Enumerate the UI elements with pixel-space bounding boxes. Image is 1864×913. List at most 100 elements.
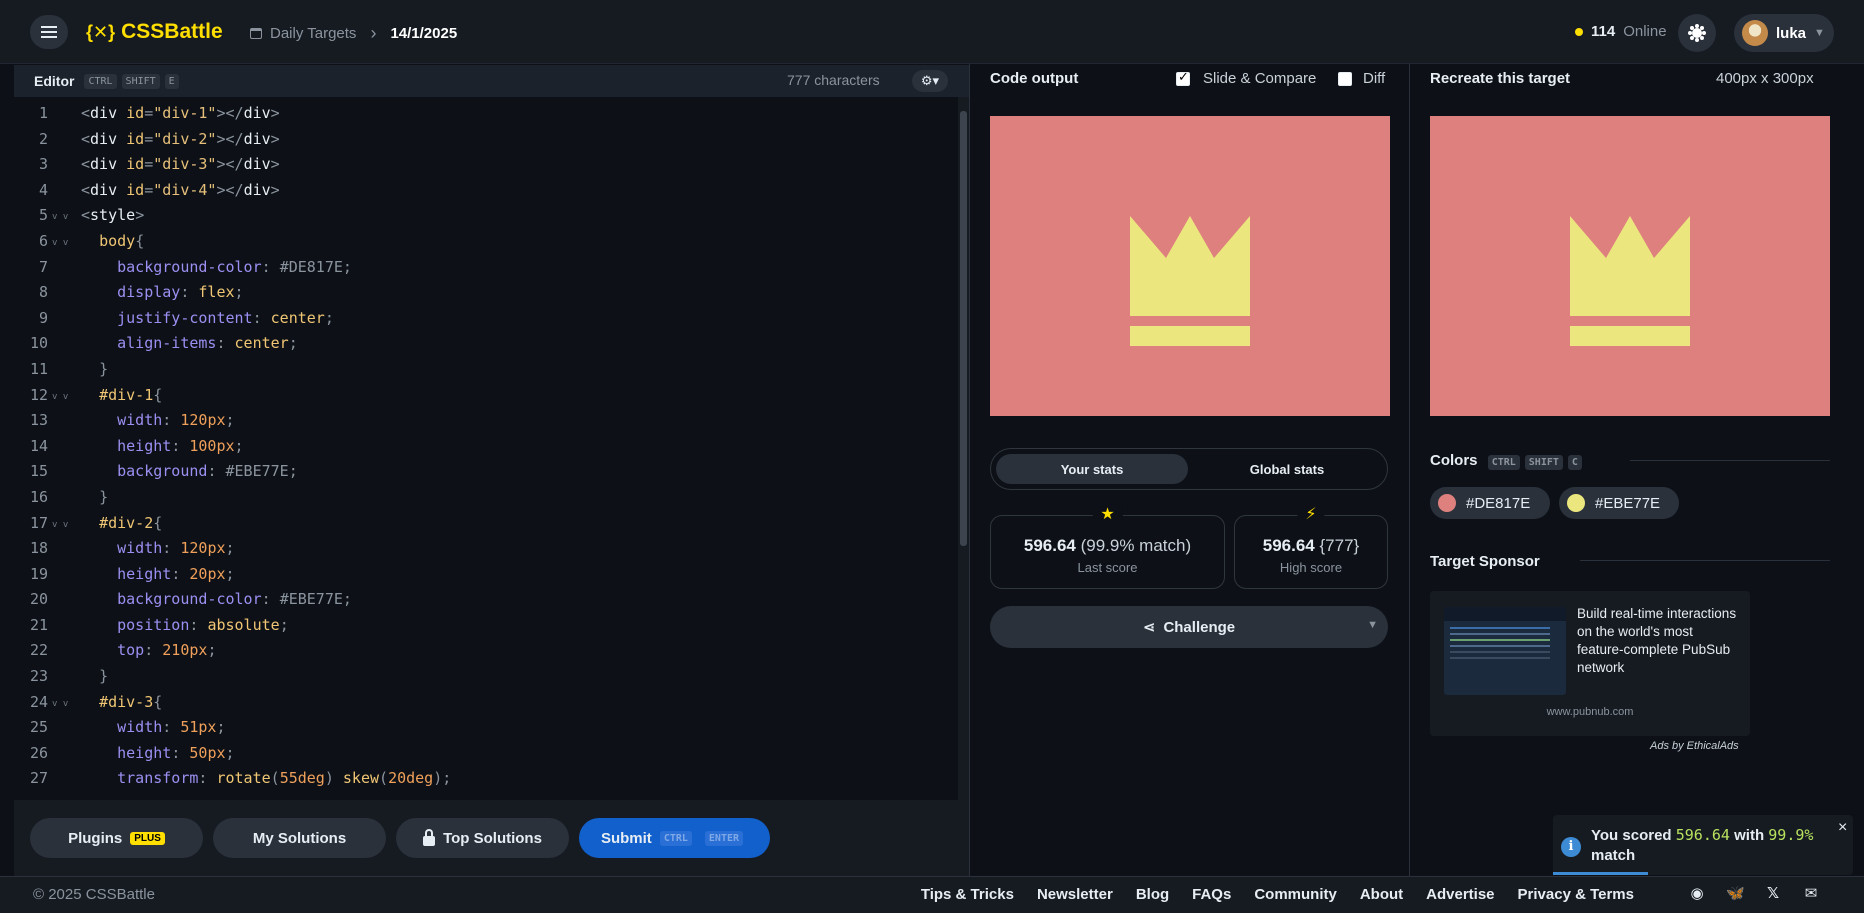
code-line[interactable]: 11 } [14,357,969,383]
tab-global-stats[interactable]: Global stats [1191,454,1383,484]
line-number: 6 [38,231,48,250]
breadcrumb-root[interactable]: Daily Targets [270,25,356,42]
code-line[interactable]: 18 width: 120px; [14,536,969,562]
high-score: 596.64 [1262,536,1315,555]
color-dot [1438,494,1456,512]
code-line[interactable]: 20 background-color: #EBE77E; [14,587,969,613]
code-line[interactable]: 24 v v #div-3{ [14,690,969,716]
diff-checkbox[interactable] [1338,72,1352,86]
code-line[interactable]: 8 display: flex; [14,280,969,306]
discord-icon[interactable]: ◉ [1688,886,1706,902]
logo[interactable]: {✕} CSSBattle [86,20,223,44]
line-number: 4 [38,180,48,199]
footer-link[interactable]: Newsletter [1037,886,1113,903]
breadcrumb-current: 14/1/2025 [390,25,458,42]
line-number: 8 [38,283,48,302]
code-line[interactable]: 6v v body{ [14,229,969,255]
footer-link[interactable]: About [1360,886,1403,903]
fold-chevron-icon[interactable]: v v [52,692,68,718]
email-icon[interactable]: ✉ [1802,886,1820,902]
code-line[interactable]: 12 v v #div-1{ [14,383,969,409]
color-swatch[interactable]: #EBE77E [1559,487,1679,519]
x-icon[interactable]: 𝕏 [1764,886,1782,902]
challenge-button[interactable]: ⋖ Challenge ▼ [990,606,1388,648]
slide-compare-label[interactable]: Slide & Compare [1203,70,1316,87]
code-line[interactable]: 10 align-items: center; [14,331,969,357]
footer-link[interactable]: Tips & Tricks [921,886,1014,903]
sponsor-image [1444,607,1566,695]
line-number: 27 [29,769,48,788]
code-line[interactable]: 16 } [14,485,969,511]
plugins-button[interactable]: Plugins PLUS [30,818,203,858]
code-line[interactable]: 3 <div id="div-3"></div> [14,152,969,178]
menu-button[interactable] [30,15,68,49]
sponsor-text[interactable]: Build real-time interactions on the worl… [1577,605,1742,677]
code-line[interactable]: 1 <div id="div-1"></div> [14,101,969,127]
lightning-icon: ⚡ [1297,504,1325,524]
code-text: #div-2{ [99,513,163,532]
code-line[interactable]: 2 <div id="div-2"></div> [14,127,969,153]
code-line[interactable]: 14 height: 100px; [14,434,969,460]
submit-button[interactable]: Submit CTRL ENTER [579,818,770,858]
code-line[interactable]: 19 height: 20px; [14,562,969,588]
my-solutions-label: My Solutions [252,829,347,847]
footer-link[interactable]: Community [1254,886,1337,903]
fold-chevron-icon[interactable]: v v [52,231,68,257]
code-text: <style> [81,206,145,225]
code-line[interactable]: 26 height: 50px; [14,741,969,767]
sponsor-url[interactable]: www.pubnub.com [1430,706,1750,718]
bluesky-icon[interactable]: 🦋 [1726,886,1745,902]
section-divider [1630,460,1830,461]
code-line[interactable]: 9 justify-content: center; [14,306,969,332]
fold-chevron-icon[interactable]: v v [52,385,68,411]
last-score-card: ★ 596.64 (99.9% match) Last score [990,504,1225,589]
character-count: 777 characters [787,72,880,88]
gear-icon: ⚙▾ [920,73,940,88]
footer-link[interactable]: Blog [1136,886,1169,903]
tab-your-stats[interactable]: Your stats [996,454,1188,484]
chevron-down-icon[interactable]: ▼ [1367,619,1378,631]
line-number: 5 [38,206,48,225]
editor-settings-button[interactable]: ⚙▾ [912,70,948,92]
footer-links: Tips & Tricks Newsletter Blog FAQs Commu… [921,886,1634,903]
user-menu-button[interactable]: luka ▼ [1734,14,1834,52]
code-line[interactable]: 17 v v #div-2{ [14,511,969,537]
code-line[interactable]: 13 width: 120px; [14,408,969,434]
diff-label[interactable]: Diff [1363,70,1385,87]
toast-suffix: match [1591,847,1636,864]
my-solutions-button[interactable]: My Solutions [213,818,386,858]
fold-chevron-icon[interactable]: v v [52,205,68,231]
code-text: transform: rotate(55deg) skew(20deg); [117,769,452,788]
fold-chevron-icon[interactable]: v v [52,513,68,539]
code-line[interactable]: 15 background: #EBE77E; [14,459,969,485]
code-line[interactable]: 23 } [14,664,969,690]
sponsor-ad[interactable]: Build real-time interactions on the worl… [1430,591,1750,736]
theme-toggle-button[interactable] [1678,14,1716,52]
code-line[interactable]: 21 position: absolute; [14,613,969,639]
username: luka [1776,24,1807,42]
editor-scrollbar[interactable] [958,97,969,800]
color-dot [1567,494,1585,512]
shortcut-key: E [164,73,179,89]
code-line[interactable]: 22 top: 210px; [14,638,969,664]
ads-by-label[interactable]: Ads by EthicalAds [1650,740,1739,752]
footer-link[interactable]: FAQs [1192,886,1231,903]
top-solutions-button[interactable]: Top Solutions [396,818,569,858]
lock-icon [423,828,436,846]
code-line[interactable]: 7 background-color: #DE817E; [14,255,969,281]
code-text: background-color: #EBE77E; [117,590,352,609]
color-swatch[interactable]: #DE817E [1430,487,1550,519]
code-line[interactable]: 4 <div id="div-4"></div> [14,178,969,204]
code-line[interactable]: 25 width: 51px; [14,715,969,741]
scrollbar-thumb[interactable] [960,111,967,546]
footer-link[interactable]: Privacy & Terms [1518,886,1634,903]
code-editor[interactable]: 1 <div id="div-1"></div> 2 <div id="div-2">… [14,97,969,800]
footer-link[interactable]: Advertise [1426,886,1494,903]
code-line[interactable]: 27 transform: rotate(55deg) skew(20deg); [14,766,969,792]
code-text: } [99,359,109,378]
sun-icon [1692,28,1702,38]
code-line[interactable]: 5v v <style> [14,203,969,229]
slide-compare-checkbox[interactable] [1176,69,1190,86]
close-icon[interactable]: × [1838,819,1847,837]
code-output-canvas[interactable] [990,116,1390,416]
